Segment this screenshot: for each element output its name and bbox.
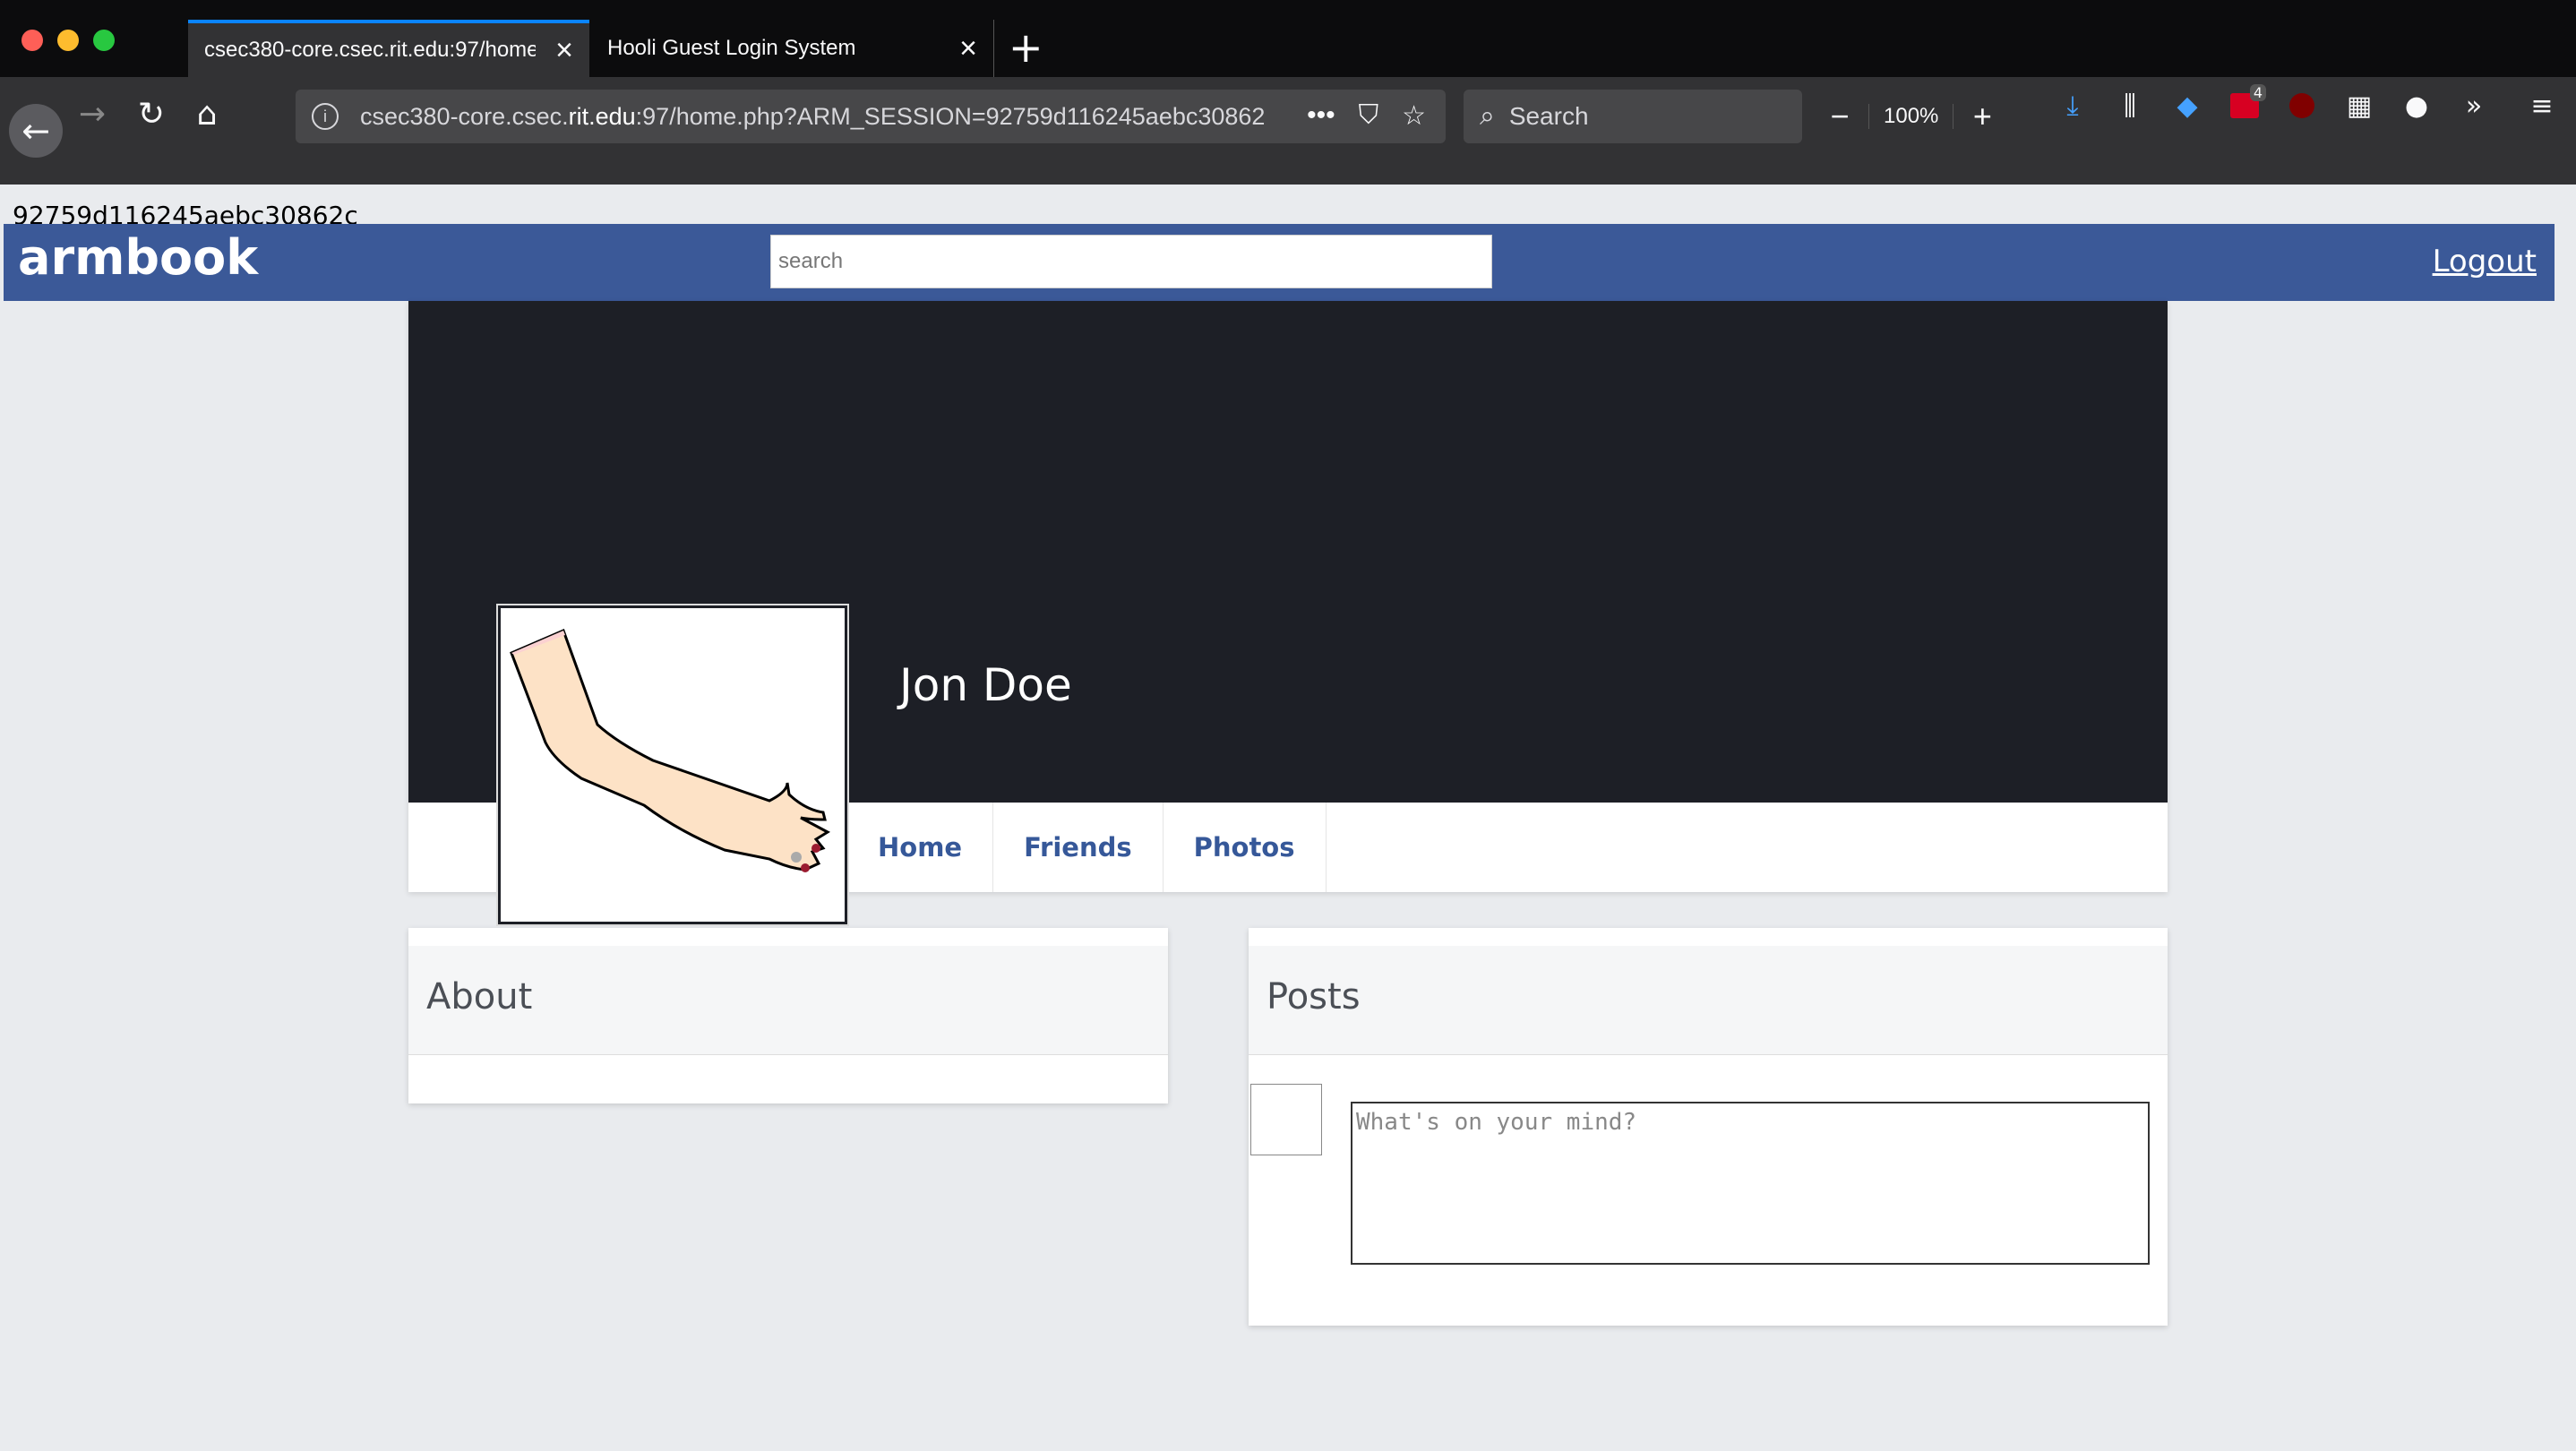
zoom-level[interactable]: 100% bbox=[1868, 104, 1954, 129]
minimize-window-button[interactable] bbox=[57, 30, 79, 51]
library-icon[interactable]: ⫼ bbox=[2112, 88, 2148, 124]
posts-title: Posts bbox=[1267, 976, 1361, 1017]
grid-extension-icon[interactable]: ▦ bbox=[2341, 88, 2377, 124]
extension-badge-icon[interactable]: 4 bbox=[2227, 84, 2266, 124]
tab-photos[interactable]: Photos bbox=[1163, 803, 1327, 892]
profile-picture[interactable] bbox=[496, 604, 849, 926]
posts-card: Posts What's on your mind? bbox=[1249, 928, 2168, 1326]
close-tab-icon[interactable]: × bbox=[959, 33, 977, 64]
site-info-icon[interactable]: i bbox=[312, 103, 339, 130]
forward-button[interactable]: → bbox=[70, 91, 115, 136]
extension-badge-count: 4 bbox=[2249, 84, 2266, 101]
browser-chrome: csec380-core.csec.rit.edu:97/home.php × … bbox=[0, 0, 2576, 185]
zoom-controls: − 100% + bbox=[1818, 90, 2004, 143]
home-button[interactable]: ⌂ bbox=[185, 91, 229, 136]
arm-illustration-icon bbox=[510, 628, 831, 872]
page-actions-icon[interactable]: ••• bbox=[1307, 100, 1335, 132]
logout-link[interactable]: Logout bbox=[2433, 244, 2537, 279]
poster-avatar bbox=[1250, 1084, 1322, 1155]
tab-title: Hooli Guest Login System bbox=[607, 36, 856, 60]
close-window-button[interactable] bbox=[21, 30, 43, 51]
url-text[interactable]: csec380-core.csec.rit.edu:97/home.php?AR… bbox=[360, 103, 1265, 131]
about-card: About bbox=[408, 928, 1168, 1103]
new-tab-button[interactable]: + bbox=[1009, 27, 1043, 68]
site-search-input[interactable]: search bbox=[770, 235, 1492, 288]
post-composer-textarea[interactable]: What's on your mind? bbox=[1351, 1102, 2150, 1265]
tab-active[interactable]: csec380-core.csec.rit.edu:97/home.php × bbox=[188, 20, 589, 77]
tab-hooli[interactable]: Hooli Guest Login System × bbox=[591, 20, 994, 77]
about-header: About bbox=[408, 946, 1168, 1055]
profile-header: Jon Doe Home Friends Photos bbox=[408, 301, 2168, 926]
search-icon: ⌕ bbox=[1480, 101, 1495, 131]
site-header: armbook search Logout bbox=[4, 224, 2555, 301]
bookmark-star-icon[interactable]: ☆ bbox=[1402, 100, 1426, 132]
tab-title: csec380-core.csec.rit.edu:97/home.php bbox=[204, 38, 536, 62]
browser-search-input[interactable]: ⌕ Search bbox=[1464, 90, 1802, 143]
pocket-icon[interactable]: ⛉ bbox=[1359, 100, 1379, 132]
puzzle-extension-icon[interactable]: ● bbox=[2399, 88, 2434, 124]
session-id-text: 92759d116245aebc30862c bbox=[13, 201, 358, 224]
posts-header: Posts bbox=[1249, 946, 2168, 1055]
overflow-menu-icon[interactable]: » bbox=[2456, 88, 2492, 124]
reload-button[interactable]: ↻ bbox=[129, 91, 174, 136]
tab-bar: csec380-core.csec.rit.edu:97/home.php × … bbox=[0, 0, 2576, 77]
zoom-in-button[interactable]: + bbox=[1961, 98, 2004, 135]
hamburger-menu-icon[interactable]: ≡ bbox=[2524, 88, 2560, 124]
site-logo[interactable]: armbook bbox=[18, 229, 258, 286]
zoom-window-button[interactable] bbox=[93, 30, 115, 51]
url-bar[interactable]: i csec380-core.csec.rit.edu:97/home.php?… bbox=[296, 90, 1446, 143]
close-tab-icon[interactable]: × bbox=[555, 35, 573, 65]
tab-friends[interactable]: Friends bbox=[993, 803, 1163, 892]
back-button[interactable]: ← bbox=[9, 104, 63, 158]
zoom-out-button[interactable]: − bbox=[1818, 98, 1861, 135]
tab-home[interactable]: Home bbox=[847, 803, 994, 892]
ublock-icon[interactable] bbox=[2284, 88, 2320, 124]
about-title: About bbox=[426, 976, 533, 1017]
profile-name: Jon Doe bbox=[899, 659, 1072, 711]
url-actions: ••• ⛉ ☆ bbox=[1307, 100, 1426, 132]
profile-nav: Home Friends Photos bbox=[847, 803, 1327, 892]
shield-extension-icon[interactable]: ◆ bbox=[2169, 88, 2205, 124]
download-icon[interactable]: ⤓ bbox=[2055, 88, 2091, 124]
